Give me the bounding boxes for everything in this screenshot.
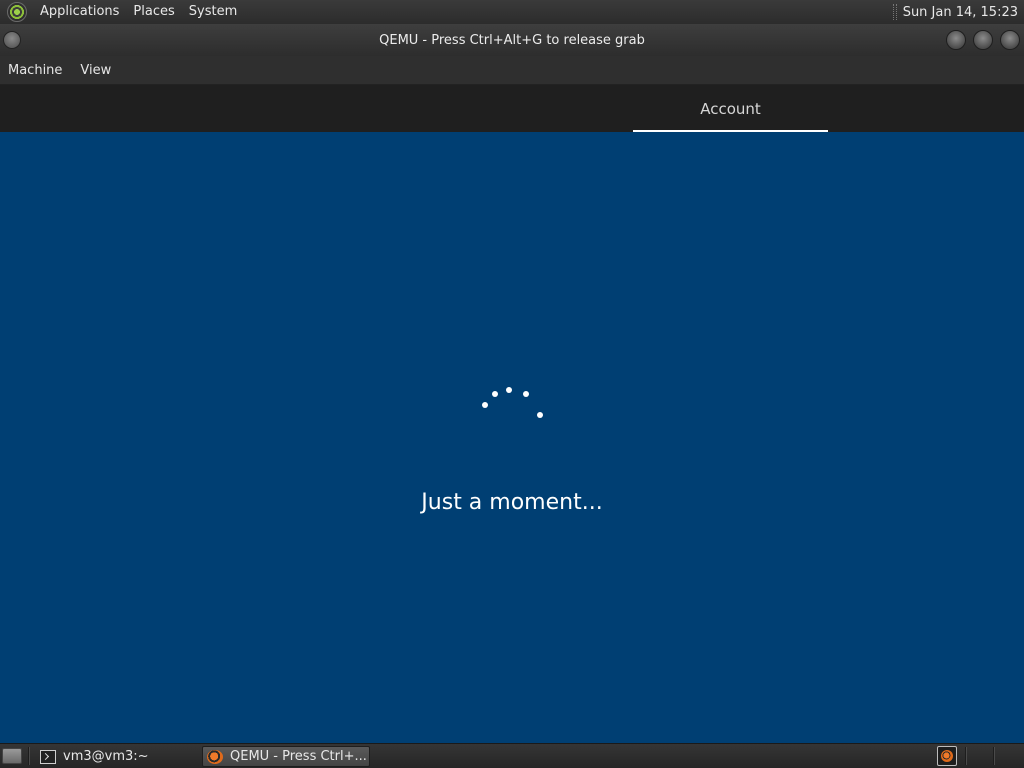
show-desktop-icon[interactable] [2, 748, 22, 764]
close-button[interactable] [1000, 30, 1020, 50]
spinner-dot [482, 402, 488, 408]
window-titlebar[interactable]: QEMU - Press Ctrl+Alt+G to release grab [0, 24, 1024, 56]
window-menu-button[interactable] [3, 31, 21, 49]
spinner-dot [523, 391, 529, 397]
qemu-icon [207, 749, 223, 764]
spinner-dot [537, 412, 543, 418]
task-label: QEMU - Press Ctrl+... [230, 749, 367, 764]
task-terminal[interactable]: vm3@vm3:~ [36, 746, 196, 767]
window-title: QEMU - Press Ctrl+Alt+G to release grab [379, 32, 645, 48]
qemu-icon [941, 750, 953, 762]
terminal-icon [40, 749, 56, 764]
tray-qemu-icon[interactable] [937, 746, 957, 766]
spinner-dot [492, 391, 498, 397]
maximize-button[interactable] [973, 30, 993, 50]
status-message: Just a moment... [421, 490, 603, 515]
minimize-button[interactable] [946, 30, 966, 50]
guest-display[interactable]: Account Just a moment... [0, 85, 1024, 743]
qemu-menubar: Machine View [0, 56, 1024, 85]
taskbar: vm3@vm3:~ QEMU - Press Ctrl+... [0, 743, 1024, 768]
system-menu[interactable]: System [182, 0, 244, 24]
taskbar-separator [993, 747, 995, 765]
loading-spinner [0, 85, 1024, 743]
applications-menu[interactable]: Applications [33, 0, 126, 24]
view-menu[interactable]: View [72, 56, 121, 85]
machine-menu[interactable]: Machine [0, 56, 72, 85]
taskbar-separator [28, 747, 30, 765]
taskbar-separator [965, 747, 967, 765]
panel-handle[interactable] [892, 4, 897, 20]
spinner-dot [506, 387, 512, 393]
distro-logo-icon[interactable] [7, 2, 27, 22]
task-label: vm3@vm3:~ [63, 749, 149, 764]
panel-clock[interactable]: Sun Jan 14, 15:23 [903, 5, 1018, 20]
places-menu[interactable]: Places [126, 0, 181, 24]
task-qemu[interactable]: QEMU - Press Ctrl+... [202, 746, 370, 767]
top-panel: Applications Places System Sun Jan 14, 1… [0, 0, 1024, 24]
